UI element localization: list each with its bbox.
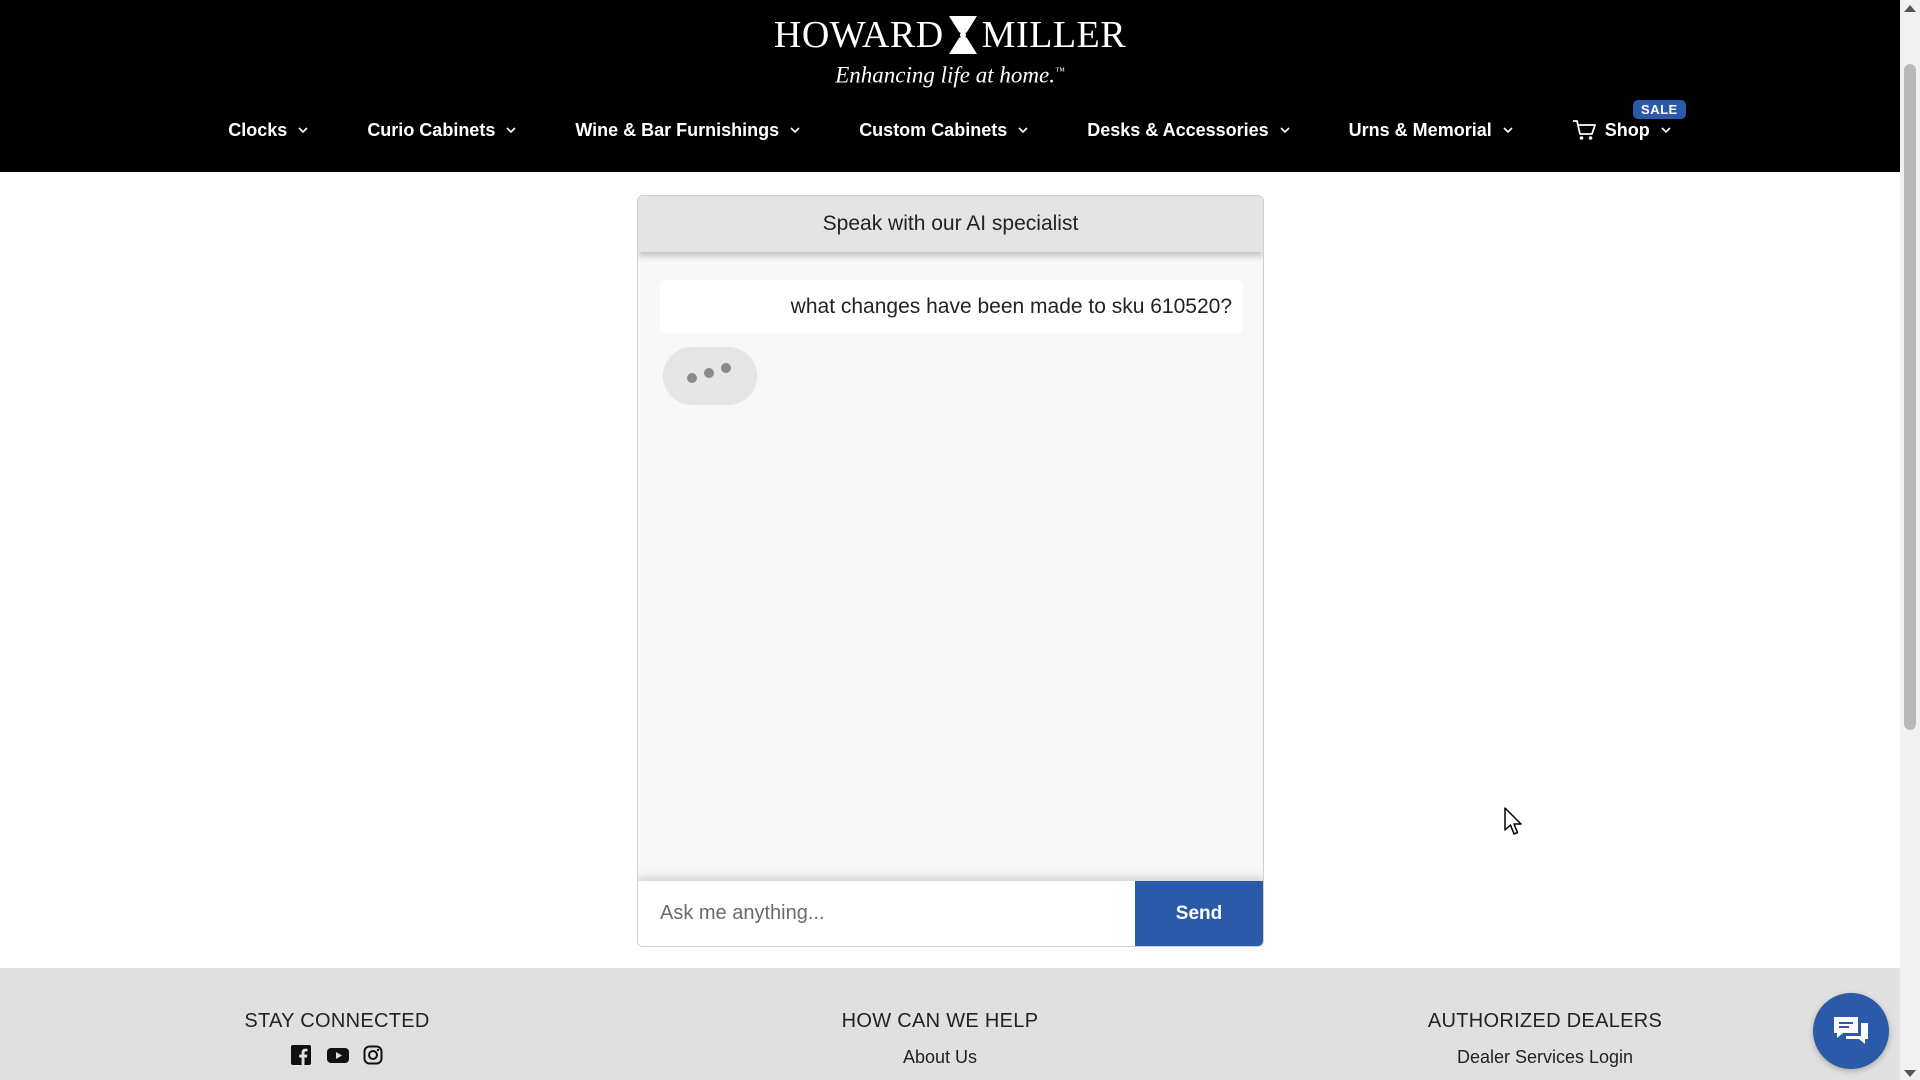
chevron-down-icon xyxy=(790,127,800,134)
typing-indicator xyxy=(663,347,757,405)
footer-heading: AUTHORIZED DEALERS xyxy=(1427,1010,1663,1032)
nav-item-desks-accessories[interactable]: Desks & Accessories xyxy=(1087,112,1290,148)
scroll-up-arrow-icon[interactable] xyxy=(1904,5,1916,12)
cart-icon xyxy=(1572,120,1596,140)
youtube-icon[interactable] xyxy=(327,1045,349,1065)
chevron-down-icon xyxy=(1503,127,1513,134)
nav-item-label: Desks & Accessories xyxy=(1087,119,1269,140)
chat-messages: what changes have been made to sku 61052… xyxy=(638,252,1263,882)
main-nav: Clocks Curio Cabinets Wine & Bar Furnish… xyxy=(0,100,1900,148)
social-links xyxy=(237,1045,437,1065)
nav-item-clocks[interactable]: Clocks xyxy=(228,112,309,148)
nav-item-label: Wine & Bar Furnishings xyxy=(575,119,780,140)
mouse-pointer-icon xyxy=(1504,807,1522,835)
facebook-icon[interactable] xyxy=(291,1045,311,1065)
site-footer: STAY CONNECTED HOW CAN WE HELP About Us … xyxy=(0,968,1900,1080)
nav-item-label: Clocks xyxy=(228,119,288,140)
brand-wordmark: HOWARD MILLER xyxy=(774,12,1126,58)
nav-item-label: Urns & Memorial xyxy=(1348,119,1492,140)
scroll-down-arrow-icon[interactable] xyxy=(1904,1070,1916,1077)
nav-item-shop[interactable]: Shop SALE xyxy=(1572,100,1686,148)
typing-dot xyxy=(687,373,697,383)
nav-item-curio-cabinets[interactable]: Curio Cabinets xyxy=(367,112,517,148)
footer-help: HOW CAN WE HELP About Us xyxy=(800,1010,1080,1068)
dealer-login-link[interactable]: Dealer Services Login xyxy=(1400,1047,1690,1068)
page-scrollbar[interactable] xyxy=(1900,0,1920,1080)
user-message: what changes have been made to sku 61052… xyxy=(660,280,1243,333)
scrollbar-thumb[interactable] xyxy=(1904,64,1916,730)
chevron-down-icon xyxy=(506,127,516,134)
instagram-icon[interactable] xyxy=(363,1045,383,1065)
brand-emblem-icon xyxy=(948,16,977,54)
footer-heading: HOW CAN WE HELP xyxy=(841,1010,1039,1032)
chat-input-row: Send xyxy=(638,881,1263,946)
page: HOWARD MILLER Enhancing life at home.™ C… xyxy=(0,0,1920,1080)
chat-input[interactable] xyxy=(638,881,1135,946)
nav-item-label: Custom Cabinets xyxy=(859,119,1008,140)
typing-dot xyxy=(704,368,714,378)
chevron-down-icon xyxy=(1018,127,1028,134)
chat-bubble-icon xyxy=(1834,1017,1868,1044)
nav-item-label: Curio Cabinets xyxy=(367,119,496,140)
send-button[interactable]: Send xyxy=(1135,881,1263,946)
chat-launcher-button[interactable] xyxy=(1813,993,1889,1069)
ai-chat-panel: Speak with our AI specialist what change… xyxy=(637,195,1264,947)
about-us-link[interactable]: About Us xyxy=(800,1047,1080,1068)
nav-item-wine-bar[interactable]: Wine & Bar Furnishings xyxy=(575,112,801,148)
brand-name-right: MILLER xyxy=(981,14,1127,56)
typing-dot xyxy=(721,363,731,373)
chat-title: Speak with our AI specialist xyxy=(638,196,1263,252)
chevron-down-icon xyxy=(1661,127,1671,134)
nav-item-label: Shop xyxy=(1604,119,1650,140)
chevron-down-icon xyxy=(1280,127,1290,134)
footer-stay-connected: STAY CONNECTED xyxy=(237,1010,437,1065)
brand-name-left: HOWARD xyxy=(773,14,944,56)
footer-heading: STAY CONNECTED xyxy=(244,1010,430,1032)
brand-logo[interactable]: HOWARD MILLER Enhancing life at home.™ xyxy=(0,12,1900,90)
brand-tagline: Enhancing life at home.™ xyxy=(835,62,1065,88)
sale-badge: SALE xyxy=(1633,100,1686,119)
chevron-down-icon xyxy=(298,127,308,134)
nav-item-urns-memorial[interactable]: Urns & Memorial xyxy=(1349,112,1514,148)
footer-dealers: AUTHORIZED DEALERS Dealer Services Login xyxy=(1400,1010,1690,1068)
site-header: HOWARD MILLER Enhancing life at home.™ C… xyxy=(0,0,1900,172)
nav-item-custom-cabinets[interactable]: Custom Cabinets xyxy=(859,112,1029,148)
